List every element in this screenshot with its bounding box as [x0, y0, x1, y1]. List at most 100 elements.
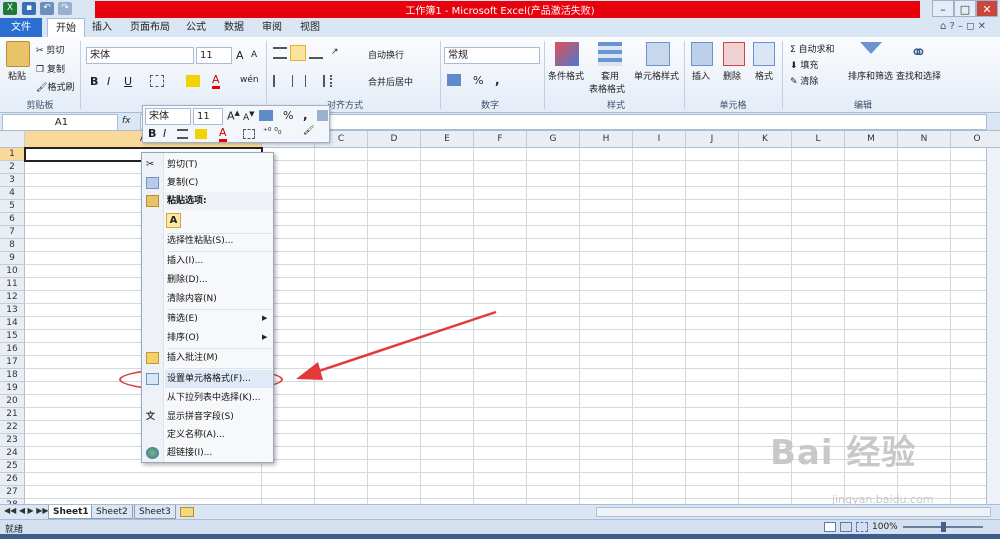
row-header-13[interactable]: 13	[0, 304, 25, 317]
align-middle-icon[interactable]	[290, 45, 306, 61]
minimize-button[interactable]: –	[932, 0, 954, 17]
page-layout-view-icon[interactable]	[840, 522, 852, 532]
paste-button[interactable]: 粘贴	[8, 69, 26, 82]
format-cells-icon[interactable]	[753, 42, 775, 66]
insert-cells-icon[interactable]	[691, 42, 713, 66]
column-header-h[interactable]: H	[580, 131, 633, 148]
format-painter-button[interactable]: 🖌格式刷	[36, 80, 74, 93]
mini-borders-icon[interactable]	[243, 129, 255, 139]
sort-filter-icon[interactable]	[860, 42, 882, 66]
table-format-label-1[interactable]: 套用	[601, 69, 619, 82]
wrap-text-button[interactable]: 自动换行	[368, 48, 404, 61]
align-top-icon[interactable]	[273, 47, 287, 59]
cell-styles-icon[interactable]	[646, 42, 670, 66]
row-header-20[interactable]: 20	[0, 395, 25, 408]
mini-fill-color-icon[interactable]	[195, 129, 207, 139]
column-header-i[interactable]: I	[633, 131, 686, 148]
font-name-select[interactable]: 宋体	[86, 47, 194, 64]
column-header-d[interactable]: D	[368, 131, 421, 148]
column-header-g[interactable]: G	[527, 131, 580, 148]
column-header-l[interactable]: L	[792, 131, 845, 148]
underline-button[interactable]: U	[124, 75, 132, 88]
sheet-tab-3[interactable]: Sheet3	[134, 505, 176, 519]
mini-comma-button[interactable]: ,	[303, 108, 308, 122]
row-header-7[interactable]: 7	[0, 226, 25, 239]
autosum-button[interactable]: Σ 自动求和	[790, 42, 835, 55]
row-header-24[interactable]: 24	[0, 447, 25, 460]
horizontal-scrollbar[interactable]	[596, 507, 991, 517]
tab-file[interactable]: 文件	[0, 18, 42, 37]
tab-review[interactable]: 审阅	[254, 18, 290, 37]
table-format-label-2[interactable]: 表格格式	[589, 82, 625, 95]
select-all-corner[interactable]	[0, 131, 25, 148]
row-header-12[interactable]: 12	[0, 291, 25, 304]
mini-format-painter-icon[interactable]: 🖌	[303, 126, 314, 136]
sheet-tab-1[interactable]: Sheet1	[48, 505, 94, 519]
mini-percent-button[interactable]: %	[283, 109, 293, 122]
row-header-21[interactable]: 21	[0, 408, 25, 421]
conditional-format-button[interactable]: 条件格式	[548, 69, 584, 82]
tab-view[interactable]: 视图	[292, 18, 328, 37]
fill-color-icon[interactable]	[186, 75, 200, 87]
menu-item-clear-contents[interactable]: 清除内容(N)	[165, 290, 273, 308]
percent-button[interactable]: %	[473, 74, 483, 87]
mini-format-icon[interactable]	[317, 110, 328, 121]
row-header-10[interactable]: 10	[0, 265, 25, 278]
row-header-26[interactable]: 26	[0, 473, 25, 486]
borders-icon[interactable]	[150, 75, 164, 87]
column-header-o[interactable]: O	[951, 131, 1000, 148]
zoom-slider-thumb[interactable]	[941, 522, 946, 532]
delete-cells-button[interactable]: 删除	[723, 69, 741, 82]
binoculars-icon[interactable]: ⚭	[910, 40, 927, 64]
align-bottom-icon[interactable]	[309, 47, 323, 59]
row-header-14[interactable]: 14	[0, 317, 25, 330]
delete-cells-icon[interactable]	[723, 42, 745, 66]
currency-icon[interactable]	[447, 74, 461, 86]
mini-center-icon[interactable]	[177, 129, 188, 139]
italic-button[interactable]: I	[107, 75, 110, 88]
row-header-17[interactable]: 17	[0, 356, 25, 369]
fill-button[interactable]: ⬇ 填充	[790, 58, 818, 71]
number-format-select[interactable]: 常规	[444, 47, 540, 64]
sort-filter-button[interactable]: 排序和筛选	[848, 69, 893, 82]
insert-cells-button[interactable]: 插入	[692, 69, 710, 82]
row-header-11[interactable]: 11	[0, 278, 25, 291]
align-left-icon[interactable]	[273, 75, 287, 87]
table-format-icon[interactable]	[598, 42, 622, 66]
tab-formulas[interactable]: 公式	[178, 18, 214, 37]
mini-font-select[interactable]: 宋体	[145, 108, 191, 125]
tab-insert[interactable]: 插入	[84, 18, 120, 37]
clear-button[interactable]: ✎ 清除	[790, 74, 818, 87]
row-header-3[interactable]: 3	[0, 174, 25, 187]
row-header-8[interactable]: 8	[0, 239, 25, 252]
mini-grow-font-icon[interactable]: A▲	[227, 109, 240, 123]
row-header-27[interactable]: 27	[0, 486, 25, 499]
merge-center-button[interactable]: 合并后居中	[368, 75, 413, 88]
menu-item-delete[interactable]: 删除(D)...	[165, 271, 273, 289]
phonetic-button[interactable]: wén	[240, 75, 259, 85]
align-center-icon[interactable]	[292, 75, 306, 87]
mini-font-color-button[interactable]: A	[219, 126, 227, 142]
maximize-button[interactable]: □	[954, 0, 976, 17]
row-header-5[interactable]: 5	[0, 200, 25, 213]
tab-page-layout[interactable]: 页面布局	[122, 18, 178, 37]
row-header-1[interactable]: 1	[0, 148, 25, 161]
column-header-n[interactable]: N	[898, 131, 951, 148]
row-header-25[interactable]: 25	[0, 460, 25, 473]
row-header-2[interactable]: 2	[0, 161, 25, 174]
mini-shrink-font-icon[interactable]: A▼	[243, 110, 255, 123]
menu-item-filter[interactable]: 筛选(E)	[165, 310, 273, 328]
format-cells-button[interactable]: 格式	[755, 69, 773, 82]
normal-view-icon[interactable]	[824, 522, 836, 532]
zoom-level[interactable]: 100%	[872, 522, 898, 532]
bold-button[interactable]: B	[90, 75, 98, 88]
paste-icon[interactable]	[6, 41, 30, 67]
menu-item-format-cells[interactable]: 设置单元格格式(F)...	[165, 370, 273, 388]
font-color-button[interactable]: A	[212, 73, 220, 89]
paste-values-button[interactable]: A	[166, 213, 181, 228]
row-header-16[interactable]: 16	[0, 343, 25, 356]
sheet-tab-2[interactable]: Sheet2	[91, 505, 133, 519]
grow-font-button[interactable]: A	[236, 49, 244, 62]
vertical-scrollbar[interactable]	[986, 148, 1000, 504]
menu-item-sort[interactable]: 排序(O)	[165, 329, 273, 347]
